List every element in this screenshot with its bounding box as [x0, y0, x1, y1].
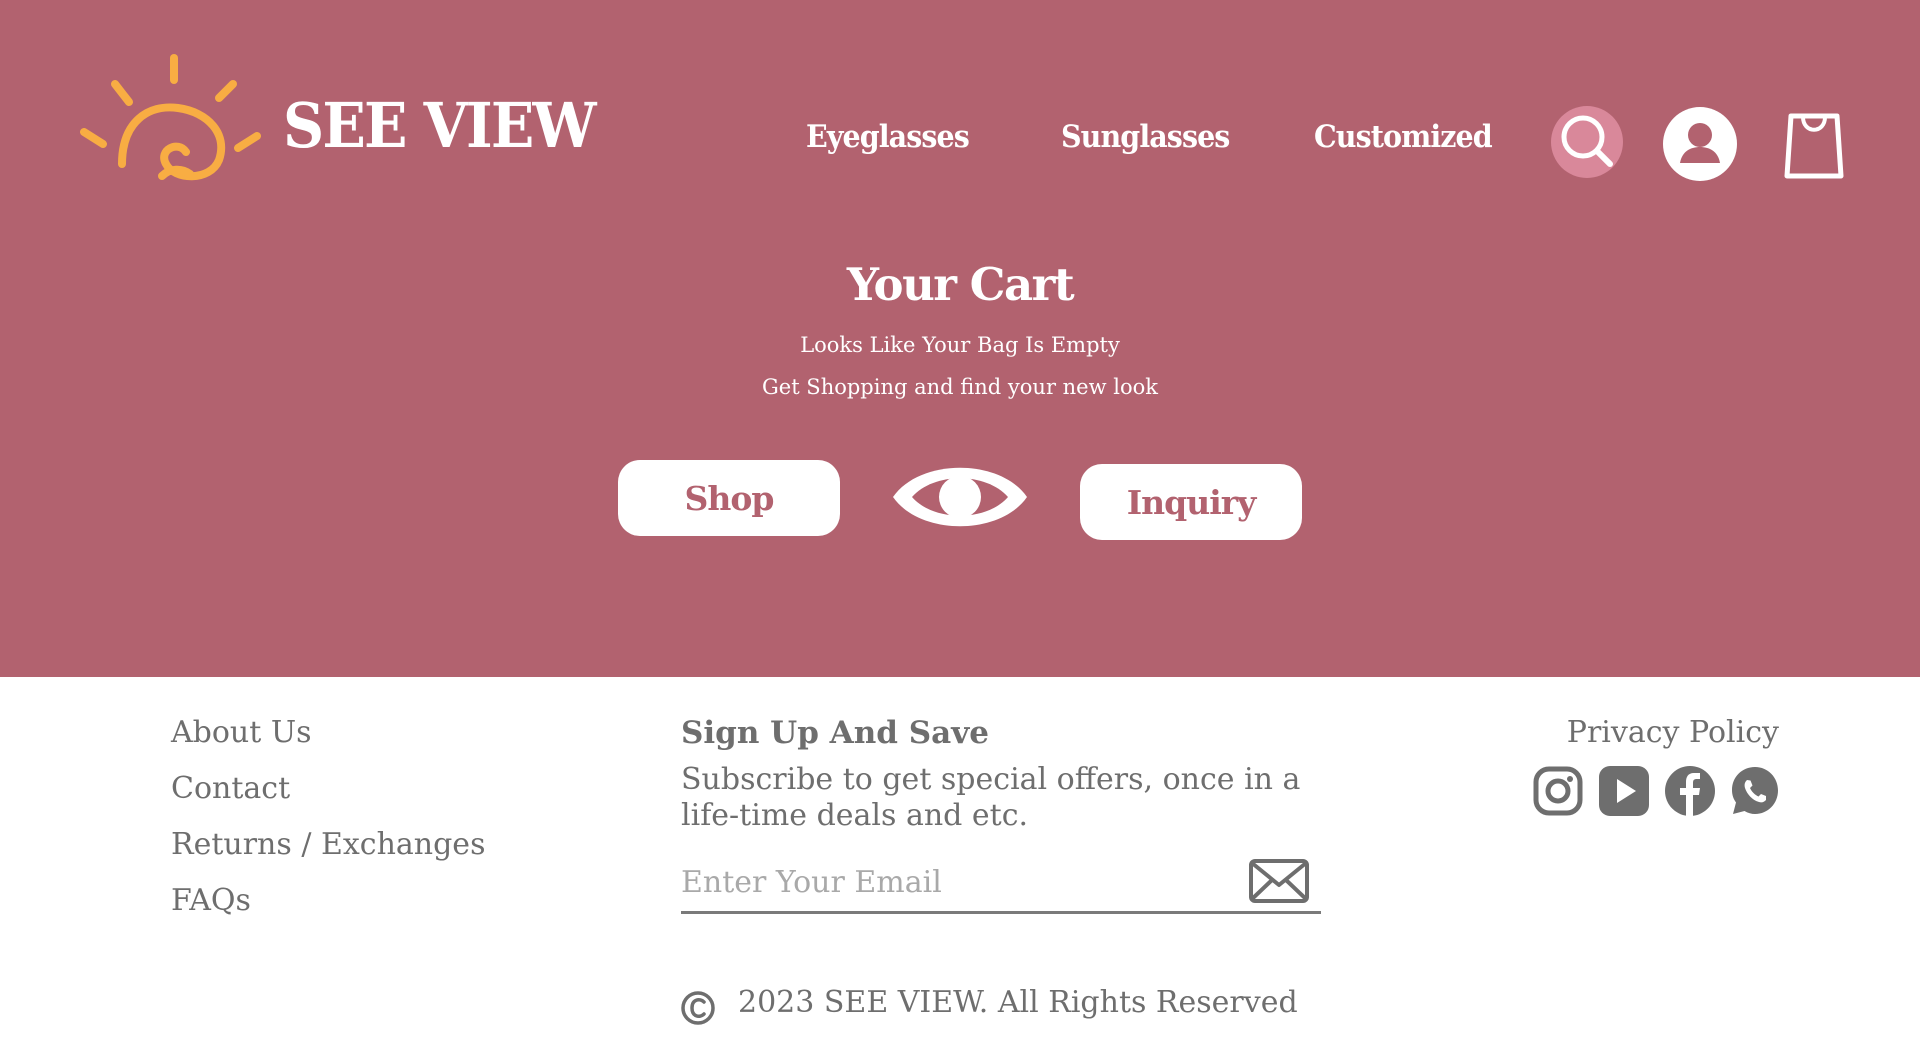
search-icon: [1561, 115, 1613, 167]
account-icon: [1680, 123, 1720, 163]
footer-link-returns-exchanges[interactable]: Returns / Exchanges: [171, 830, 485, 860]
account-button[interactable]: [1663, 107, 1737, 181]
youtube-icon[interactable]: [1598, 765, 1650, 817]
nav-sunglasses[interactable]: Sunglasses: [1061, 122, 1230, 153]
inquiry-button[interactable]: Inquiry: [1080, 464, 1302, 540]
shopping-prompt: Get Shopping and find your new look: [761, 375, 1158, 399]
email-input[interactable]: [681, 860, 1241, 904]
whatsapp-icon[interactable]: [1729, 765, 1781, 817]
nav-customized[interactable]: Customized: [1314, 122, 1493, 153]
signup-title: Sign Up And Save: [681, 715, 989, 751]
eye-icon: [893, 467, 1027, 527]
privacy-policy-link[interactable]: Privacy Policy: [1567, 718, 1779, 748]
copyright-icon: [681, 991, 715, 1025]
footer-link-contact[interactable]: Contact: [171, 774, 290, 804]
hero-section: SEE VIEW Eyeglasses Sunglasses Customize…: [0, 0, 1920, 677]
search-button[interactable]: [1551, 106, 1623, 178]
email-underline: [681, 911, 1321, 914]
brand-name[interactable]: SEE VIEW: [283, 95, 597, 157]
shopping-bag-icon: [1784, 113, 1844, 179]
copyright-text: 2023 SEE VIEW. All Rights Reserved: [738, 985, 1298, 1020]
footer-link-about-us[interactable]: About Us: [171, 718, 312, 748]
footer-link-faqs[interactable]: FAQs: [171, 886, 251, 916]
nav-eyeglasses[interactable]: Eyeglasses: [806, 122, 970, 153]
facebook-icon[interactable]: [1664, 765, 1716, 817]
empty-bag-message: Looks Like Your Bag Is Empty: [800, 333, 1120, 357]
shop-button[interactable]: Shop: [618, 460, 840, 536]
cart-title: Your Cart: [846, 258, 1075, 311]
shopping-bag-button[interactable]: [1779, 110, 1849, 180]
mail-icon[interactable]: [1248, 858, 1310, 904]
signup-description: Subscribe to get special offers, once in…: [681, 762, 1301, 833]
sun-eye-logo[interactable]: [78, 52, 263, 182]
instagram-icon[interactable]: [1532, 765, 1584, 817]
